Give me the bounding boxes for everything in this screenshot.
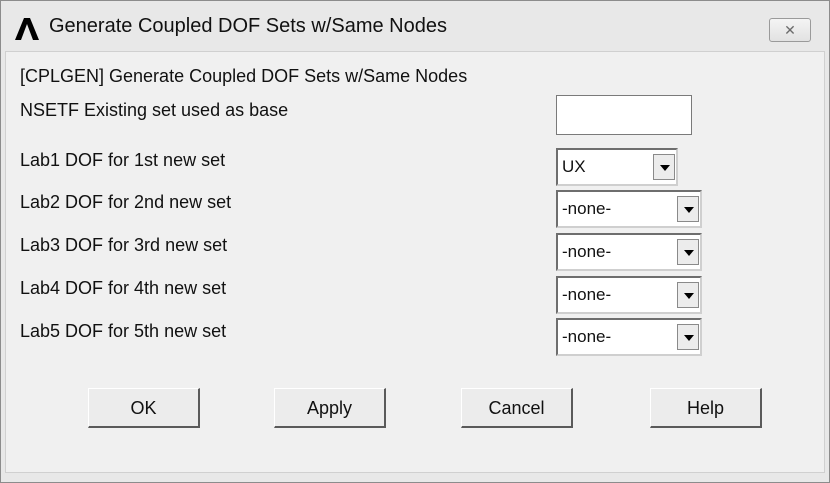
lab3-value: -none- — [562, 242, 612, 261]
lab2-value: -none- — [562, 199, 612, 218]
lab5-dropdown[interactable]: -none- — [556, 318, 702, 356]
close-icon: ✕ — [784, 22, 796, 38]
lab1-label: Lab1 DOF for 1st new set — [20, 150, 226, 170]
ansys-logo-icon — [15, 18, 39, 40]
lab1-value: UX — [562, 157, 586, 176]
dropdown-arrow-icon[interactable] — [677, 282, 699, 308]
cancel-button[interactable]: Cancel — [461, 388, 573, 428]
help-button[interactable]: Help — [650, 388, 762, 428]
lab4-label: Lab4 DOF for 4th new set — [20, 278, 227, 298]
command-header: [CPLGEN] Generate Coupled DOF Sets w/Sam… — [20, 66, 468, 86]
title-bar[interactable]: Generate Coupled DOF Sets w/Same Nodes ✕ — [1, 1, 829, 51]
nsetf-input[interactable] — [556, 95, 692, 135]
dropdown-arrow-icon[interactable] — [677, 239, 699, 265]
lab2-label: Lab2 DOF for 2nd new set — [20, 192, 232, 212]
ok-button[interactable]: OK — [88, 388, 200, 428]
dialog-window: Generate Coupled DOF Sets w/Same Nodes ✕… — [0, 0, 830, 483]
lab3-label: Lab3 DOF for 3rd new set — [20, 235, 228, 255]
dialog-body: [CPLGEN] Generate Coupled DOF Sets w/Sam… — [5, 51, 825, 473]
dropdown-arrow-icon[interactable] — [653, 154, 675, 180]
close-button[interactable]: ✕ — [769, 18, 811, 42]
lab2-dropdown[interactable]: -none- — [556, 190, 702, 228]
lab4-dropdown[interactable]: -none- — [556, 276, 702, 314]
lab5-label: Lab5 DOF for 5th new set — [20, 321, 227, 341]
lab5-value: -none- — [562, 327, 612, 346]
lab3-dropdown[interactable]: -none- — [556, 233, 702, 271]
lab4-value: -none- — [562, 285, 612, 304]
dropdown-arrow-icon[interactable] — [677, 324, 699, 350]
lab1-dropdown[interactable]: UX — [556, 148, 678, 186]
apply-button[interactable]: Apply — [274, 388, 386, 428]
dropdown-arrow-icon[interactable] — [677, 196, 699, 222]
window-title: Generate Coupled DOF Sets w/Same Nodes — [49, 15, 447, 37]
nsetf-label: NSETF Existing set used as base — [20, 100, 289, 120]
